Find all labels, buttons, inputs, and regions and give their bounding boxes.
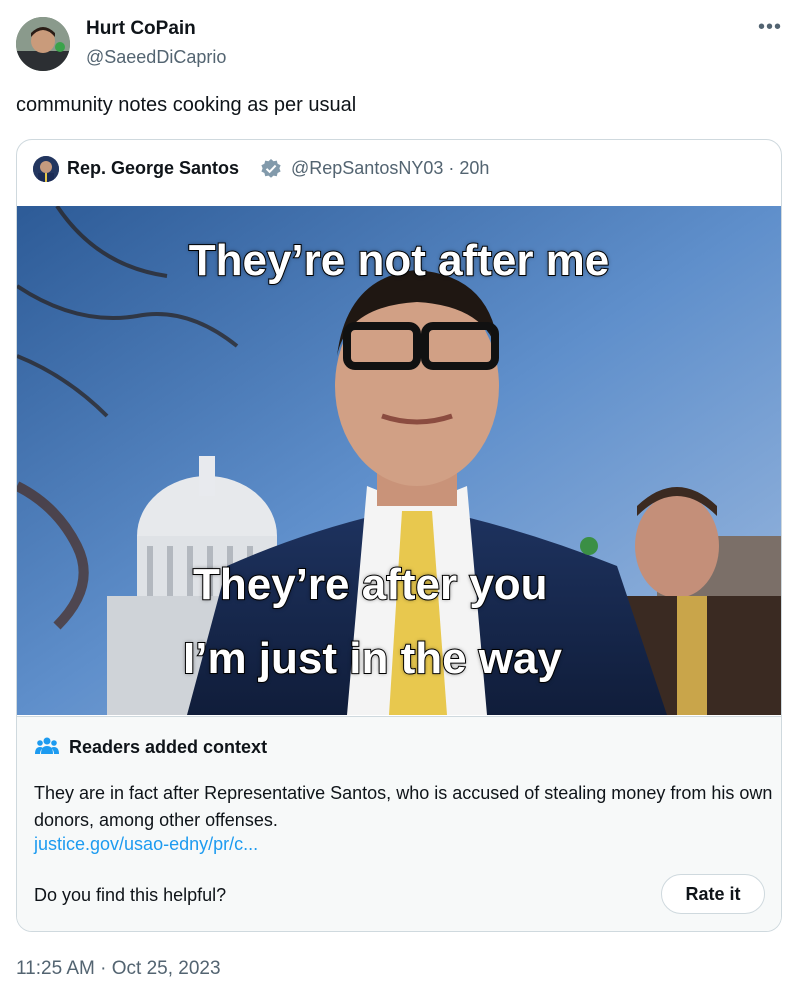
quoted-tweet[interactable]: Rep. George Santos @RepSantosNY03 · 20h (16, 139, 782, 932)
tweet-timestamp[interactable]: 11:25 AM · Oct 25, 2023 (16, 958, 221, 980)
meme-caption-middle: They’re after you (192, 559, 549, 610)
context-title: Readers added context (69, 737, 268, 757)
context-body: They are in fact after Representative Sa… (34, 783, 773, 830)
quoted-author-name[interactable]: Rep. George Santos (67, 158, 239, 179)
meme-caption-bottom: I’m just in the way (182, 633, 563, 684)
tweet-text: community notes cooking as per usual (16, 94, 357, 116)
author-avatar[interactable] (16, 17, 70, 71)
quoted-avatar[interactable] (33, 156, 59, 182)
quoted-handle-time[interactable]: @RepSantosNY03 · 20h (291, 158, 489, 179)
rate-it-button[interactable]: Rate it (661, 874, 765, 914)
more-icon[interactable]: ••• (758, 16, 782, 39)
people-icon (35, 737, 59, 754)
helpful-question: Do you find this helpful? (34, 885, 227, 905)
meme-image[interactable]: They’re not after me They’re after you I… (17, 206, 781, 715)
author-name[interactable]: Hurt CoPain (86, 18, 196, 40)
verified-badge-icon (261, 159, 281, 178)
community-note: Readers added context They are in fact a… (17, 716, 781, 931)
meme-caption-top: They’re not after me (188, 235, 611, 286)
context-source-link[interactable]: justice.gov/usao-edny/pr/c... (34, 834, 258, 855)
author-handle[interactable]: @SaeedDiCaprio (86, 47, 226, 68)
